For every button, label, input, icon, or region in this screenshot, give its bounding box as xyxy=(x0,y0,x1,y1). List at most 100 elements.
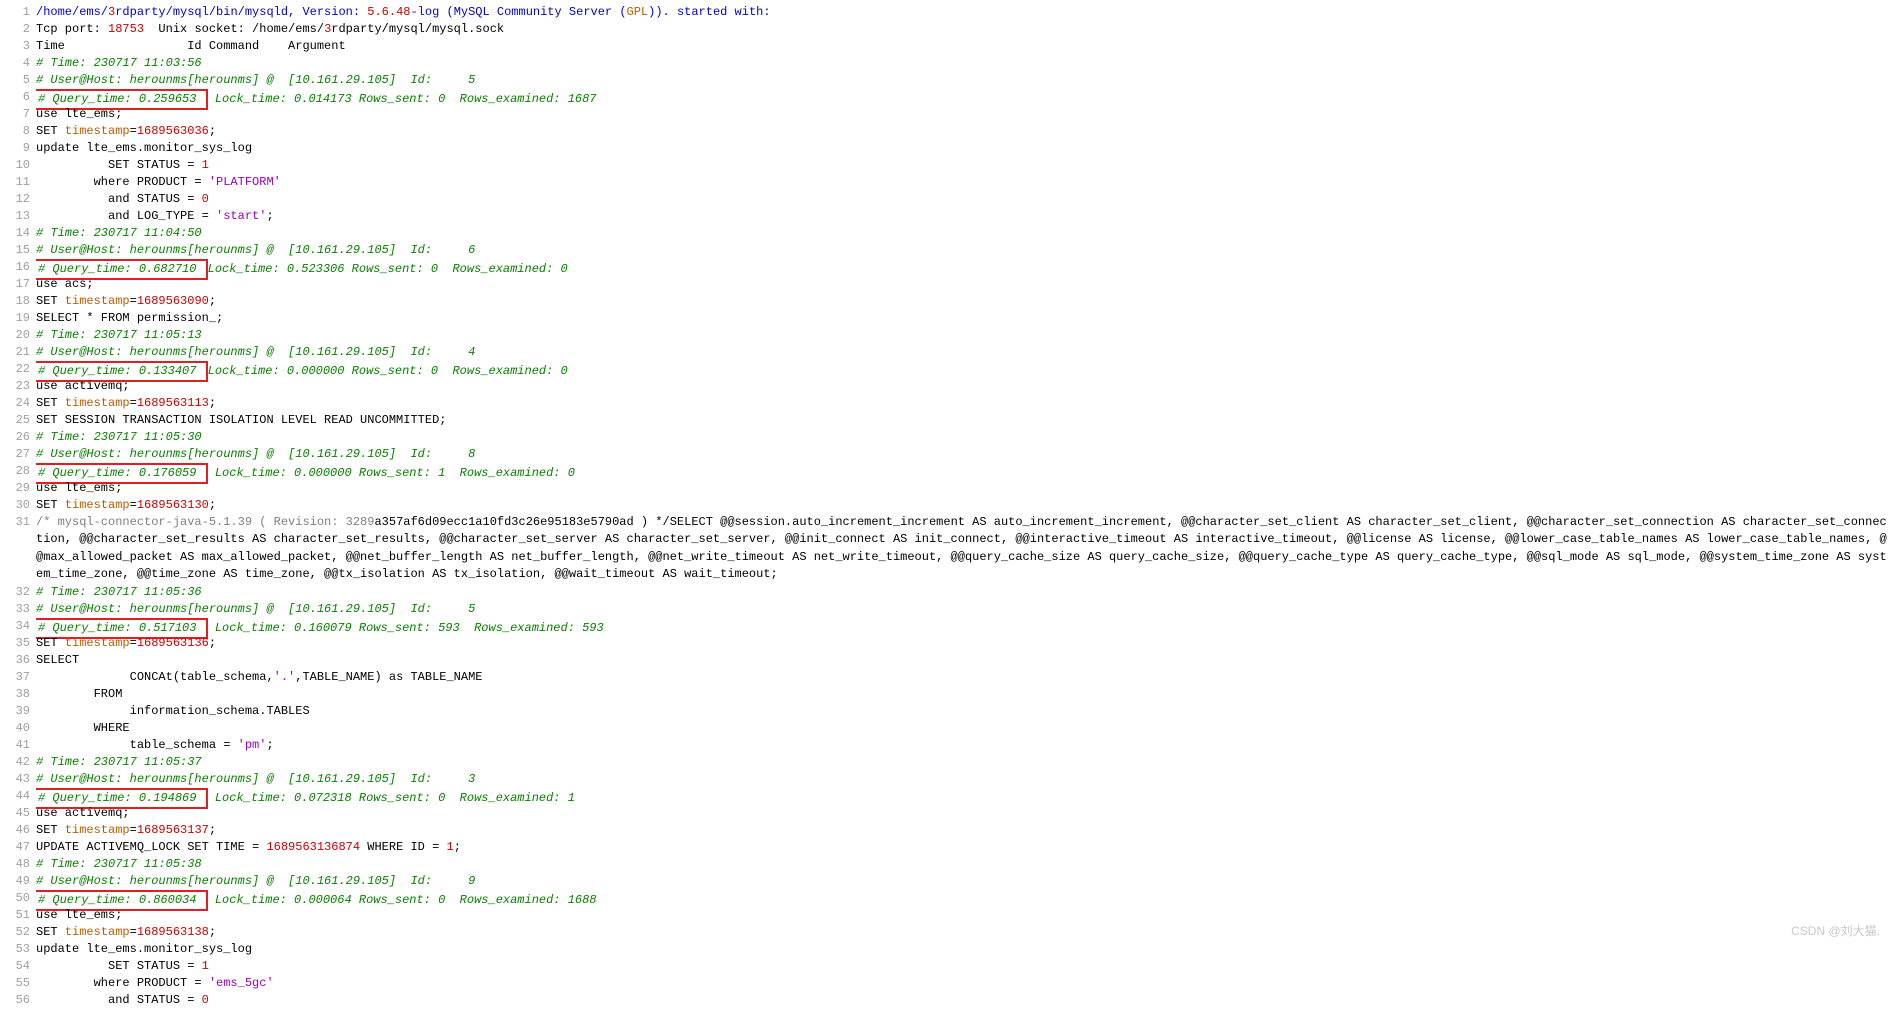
token: # Time: 230717 11:05:38 xyxy=(36,857,202,871)
code-line: use lte_ems; xyxy=(36,106,1890,123)
code-line: CONCAt(table_schema,'.',TABLE_NAME) as T… xyxy=(36,669,1890,686)
token: 'start' xyxy=(216,209,266,223)
code-line: # Time: 230717 11:05:13 xyxy=(36,327,1890,344)
token: ; xyxy=(209,498,216,512)
token: # User@Host: herounms[herounms] @ [10.16… xyxy=(36,243,475,257)
code-line: SET timestamp=1689563137; xyxy=(36,822,1890,839)
token: GPL xyxy=(627,5,649,19)
token: use lte_ems; xyxy=(36,481,122,495)
code-line: # Query_time: 0.259653 Lock_time: 0.0141… xyxy=(36,89,1890,106)
token: SET STATUS = xyxy=(36,959,202,973)
token: SET SESSION TRANSACTION ISOLATION LEVEL … xyxy=(36,413,446,427)
line-number: 29 xyxy=(2,480,30,497)
token: = xyxy=(130,823,137,837)
line-number: 49 xyxy=(2,873,30,890)
token: SET xyxy=(36,823,65,837)
line-number: 14 xyxy=(2,225,30,242)
query-stats: Lock_time: 0.523306 Rows_sent: 0 Rows_ex… xyxy=(208,262,568,276)
line-number: 21 xyxy=(2,344,30,361)
code-line: where PRODUCT = 'ems_5gc' xyxy=(36,975,1890,992)
code-line: /* mysql-connector-java-5.1.39 ( Revisio… xyxy=(36,514,1890,584)
token: 1689563090 xyxy=(137,294,209,308)
token: rdparty/mysql/mysql.sock xyxy=(331,22,504,36)
code-line: SET timestamp=1689563090; xyxy=(36,293,1890,310)
query-stats: Lock_time: 0.014173 Rows_sent: 0 Rows_ex… xyxy=(208,92,597,106)
line-number: 23 xyxy=(2,378,30,395)
line-number: 54 xyxy=(2,958,30,975)
token: # User@Host: herounms[herounms] @ [10.16… xyxy=(36,73,475,87)
code-line: SET timestamp=1689563113; xyxy=(36,395,1890,412)
code-line: # User@Host: herounms[herounms] @ [10.16… xyxy=(36,72,1890,89)
line-number: 12 xyxy=(2,191,30,208)
token: /home/ems/ xyxy=(36,5,108,19)
token: 'pm' xyxy=(238,738,267,752)
token: FROM xyxy=(36,687,122,701)
code-line: Tcp port: 18753 Unix socket: /home/ems/3… xyxy=(36,21,1890,38)
token: 1689563136874 xyxy=(266,840,360,854)
token: 0 xyxy=(202,192,209,206)
token: table_schema = xyxy=(36,738,238,752)
code-area[interactable]: /home/ems/3rdparty/mysql/bin/mysqld, Ver… xyxy=(36,0,1890,1013)
code-line: table_schema = 'pm'; xyxy=(36,737,1890,754)
code-line: # User@Host: herounms[herounms] @ [10.16… xyxy=(36,601,1890,618)
token: 1 xyxy=(202,959,209,973)
line-number: 28 xyxy=(2,463,30,480)
code-line: Time Id Command Argument xyxy=(36,38,1890,55)
line-number: 38 xyxy=(2,686,30,703)
token: SET xyxy=(36,124,65,138)
token: CONCAt(table_schema, xyxy=(36,670,274,684)
token: SET xyxy=(36,396,65,410)
token: timestamp xyxy=(65,498,130,512)
line-number: 55 xyxy=(2,975,30,992)
token: timestamp xyxy=(65,396,130,410)
token: update lte_ems.monitor_sys_log xyxy=(36,942,252,956)
line-number: 3 xyxy=(2,38,30,55)
token: use activemq; xyxy=(36,806,130,820)
code-line: and LOG_TYPE = 'start'; xyxy=(36,208,1890,225)
token: 'PLATFORM' xyxy=(209,175,281,189)
line-number: 18 xyxy=(2,293,30,310)
token: information_schema.TABLES xyxy=(36,704,310,718)
line-number: 45 xyxy=(2,805,30,822)
token: use acs; xyxy=(36,277,94,291)
line-number: 26 xyxy=(2,429,30,446)
query-stats: Lock_time: 0.160079 Rows_sent: 593 Rows_… xyxy=(208,621,604,635)
token: # Time: 230717 11:05:37 xyxy=(36,755,202,769)
token: ,TABLE_NAME) as TABLE_NAME xyxy=(295,670,482,684)
token: use lte_ems; xyxy=(36,107,122,121)
code-line: # Query_time: 0.682710 Lock_time: 0.5233… xyxy=(36,259,1890,276)
code-line: use activemq; xyxy=(36,805,1890,822)
line-number: 30 xyxy=(2,497,30,514)
line-number: 1 xyxy=(2,4,30,21)
line-number: 20 xyxy=(2,327,30,344)
token: '.' xyxy=(274,670,296,684)
token: ; xyxy=(209,636,216,650)
token: timestamp xyxy=(65,823,130,837)
token: where PRODUCT = xyxy=(36,175,209,189)
line-number: 44 xyxy=(2,788,30,805)
code-line: SET timestamp=1689563138; xyxy=(36,924,1890,941)
token: 1689563130 xyxy=(137,498,209,512)
token: 1689563136 xyxy=(137,636,209,650)
code-line: # Query_time: 0.860034 Lock_time: 0.0000… xyxy=(36,890,1890,907)
code-line: update lte_ems.monitor_sys_log xyxy=(36,140,1890,157)
line-number: 11 xyxy=(2,174,30,191)
line-number: 36 xyxy=(2,652,30,669)
line-number: 52 xyxy=(2,924,30,941)
line-number: 42 xyxy=(2,754,30,771)
code-line: use acs; xyxy=(36,276,1890,293)
query-stats: Lock_time: 0.000000 Rows_sent: 0 Rows_ex… xyxy=(208,364,568,378)
token: ; xyxy=(454,840,461,854)
code-line: SET STATUS = 1 xyxy=(36,157,1890,174)
line-number: 41 xyxy=(2,737,30,754)
line-number: 40 xyxy=(2,720,30,737)
code-line: and STATUS = 0 xyxy=(36,992,1890,1009)
token: = xyxy=(130,636,137,650)
line-number: 6 xyxy=(2,89,30,106)
code-line: # User@Host: herounms[herounms] @ [10.16… xyxy=(36,242,1890,259)
line-number: 16 xyxy=(2,259,30,276)
token: update lte_ems.monitor_sys_log xyxy=(36,141,252,155)
line-number: 50 xyxy=(2,890,30,907)
line-number: 32 xyxy=(2,584,30,601)
token: # Time: 230717 11:05:13 xyxy=(36,328,202,342)
